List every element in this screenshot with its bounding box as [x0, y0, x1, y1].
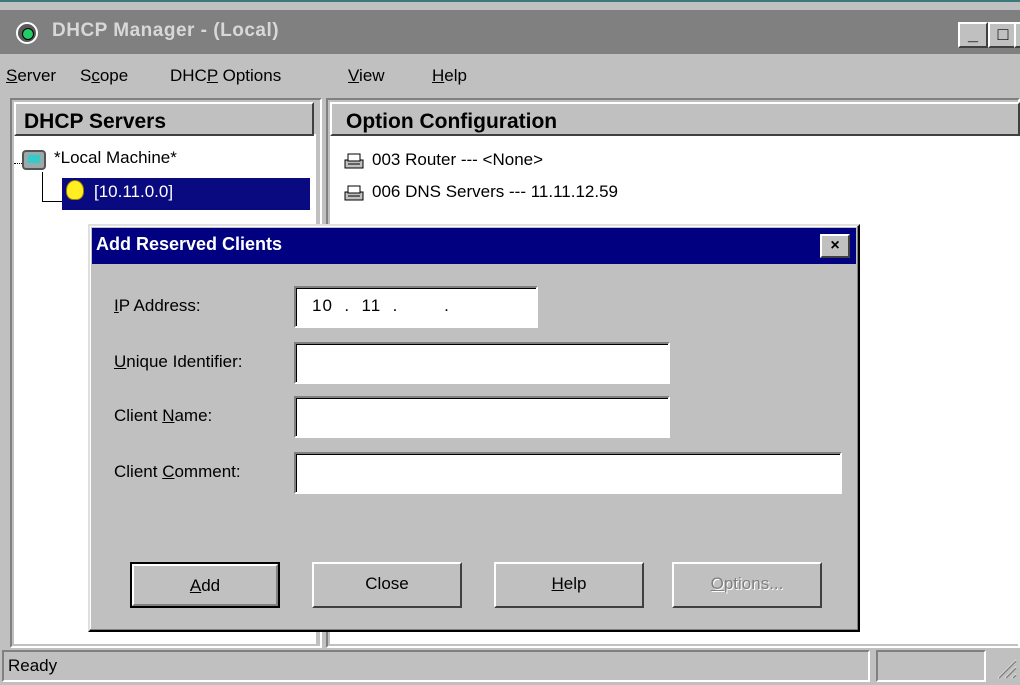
- dhcp-servers-header[interactable]: DHCP Servers: [14, 102, 314, 136]
- option-icon: [344, 185, 364, 201]
- dhcp-manager-app-icon[interactable]: [16, 22, 38, 44]
- lightbulb-icon[interactable]: [66, 180, 84, 200]
- tree-item-local-machine[interactable]: *Local Machine*: [54, 148, 177, 168]
- window-top-border: [0, 0, 1020, 2]
- option-row-dns-servers[interactable]: 006 DNS Servers --- 11.11.12.59: [372, 182, 618, 202]
- tree-connector: [14, 163, 22, 164]
- minimize-icon: _: [967, 24, 978, 44]
- client-comment-label: Client Comment:: [114, 462, 241, 481]
- minimize-button[interactable]: _: [958, 22, 988, 48]
- ip-address-label: IP Address:: [114, 296, 201, 315]
- ip-address-value: 10 . 11 . .: [312, 296, 450, 315]
- maximize-icon: □: [997, 24, 1009, 44]
- unique-identifier-label: Unique Identifier:: [114, 352, 243, 371]
- tree-item-scope-label[interactable]: [10.11.0.0]: [94, 182, 173, 202]
- help-button[interactable]: Help: [494, 562, 644, 608]
- option-configuration-header[interactable]: Option Configuration: [330, 102, 1020, 136]
- client-name-label: Client Name:: [114, 406, 213, 425]
- tree-connector: [42, 172, 43, 202]
- status-text: Ready: [2, 650, 870, 682]
- client-name-field[interactable]: [294, 396, 670, 438]
- close-window-button[interactable]: ×: [1014, 22, 1020, 48]
- menu-help[interactable]: Help: [432, 66, 467, 86]
- menu-scope[interactable]: Scope: [80, 66, 128, 86]
- resize-grip-icon[interactable]: [992, 654, 1018, 680]
- dialog-title: Add Reserved Clients: [96, 234, 283, 254]
- close-icon: ×: [830, 237, 840, 254]
- options-button-disabled[interactable]: Options...: [672, 562, 822, 608]
- unique-identifier-field[interactable]: [294, 342, 670, 384]
- option-icon: [344, 153, 364, 169]
- dialog-close-button[interactable]: ×: [820, 234, 850, 258]
- client-comment-field[interactable]: [294, 452, 842, 494]
- menu-bar: Server Scope DHCP Options View Help: [0, 58, 1020, 92]
- close-button[interactable]: Close: [312, 562, 462, 608]
- option-row-router[interactable]: 003 Router --- <None>: [372, 150, 543, 170]
- menu-dhcp-options[interactable]: DHCP Options: [170, 66, 281, 86]
- menu-view[interactable]: View: [348, 66, 385, 86]
- menu-server[interactable]: Server: [6, 66, 56, 86]
- computer-icon[interactable]: [22, 150, 46, 170]
- status-panel: [876, 650, 986, 682]
- add-button[interactable]: Add: [130, 562, 280, 608]
- window-title: DHCP Manager - (Local): [52, 20, 280, 41]
